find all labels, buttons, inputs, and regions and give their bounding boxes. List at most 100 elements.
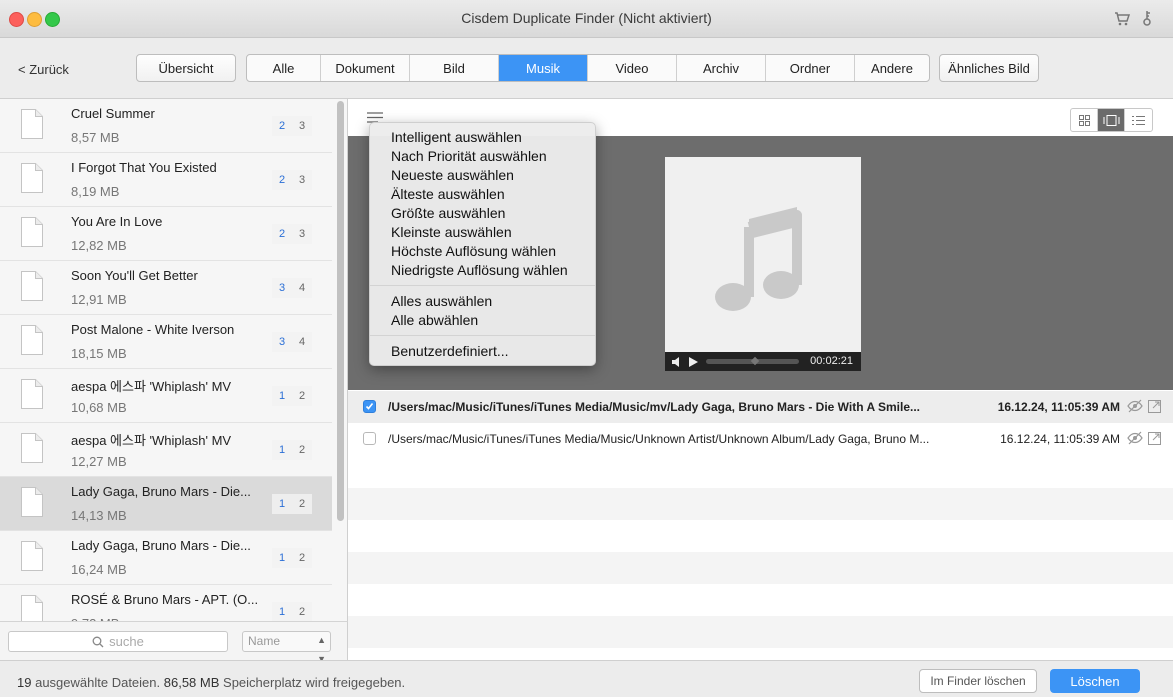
total-count-badge: 2 xyxy=(298,552,306,564)
file-size: 18,15 MB xyxy=(71,346,127,361)
open-external-icon[interactable] xyxy=(1148,432,1161,445)
menu-item-highest-res[interactable]: Höchste Auflösung wählen xyxy=(391,243,556,259)
tab-musik[interactable]: Musik xyxy=(499,55,588,81)
menu-item-oldest[interactable]: Älteste auswählen xyxy=(391,186,505,202)
back-button[interactable]: < Zurück xyxy=(18,62,69,77)
file-list[interactable]: Cruel Summer 8,57 MB 2 3 I Forgot That You E… xyxy=(0,99,348,621)
menu-item-select-all[interactable]: Alles auswählen xyxy=(391,293,492,309)
tab-dokument[interactable]: Dokument xyxy=(321,55,410,81)
file-size: 14,13 MB xyxy=(71,508,127,523)
duplicate-count-badge: 23 xyxy=(272,116,312,136)
volume-icon[interactable] xyxy=(672,357,684,367)
file-name: I Forgot That You Existed xyxy=(71,160,217,175)
tab-archiv[interactable]: Archiv xyxy=(677,55,766,81)
freed-size-label: Speicherplatz wird freigegeben. xyxy=(223,675,406,690)
total-count-badge: 4 xyxy=(298,336,306,348)
file-size: 12,27 MB xyxy=(71,454,127,469)
status-bar: 19 ausgewählte Dateien. 86,58 MB Speiche… xyxy=(0,660,1173,697)
list-item[interactable]: Soon You'll Get Better 12,91 MB 3 4 xyxy=(0,261,332,315)
total-count-badge: 4 xyxy=(298,282,306,294)
duplicate-count-badge: 12 xyxy=(272,440,312,460)
file-name: Lady Gaga, Bruno Mars - Die... xyxy=(71,538,251,553)
list-item[interactable]: You Are In Love 12,82 MB 2 3 xyxy=(0,207,332,261)
hide-eye-icon[interactable] xyxy=(1127,431,1143,445)
sort-select[interactable]: Name ▲ ▼ xyxy=(242,631,331,664)
menu-item-smart[interactable]: Intelligent auswählen xyxy=(391,129,522,145)
total-count-badge: 2 xyxy=(292,494,312,514)
file-name: You Are In Love xyxy=(71,214,163,229)
cart-icon[interactable] xyxy=(1114,11,1130,26)
key-icon[interactable] xyxy=(1142,10,1152,26)
duplicate-count-badge: 12 xyxy=(272,602,312,621)
empty-row xyxy=(348,488,1173,520)
menu-item-largest[interactable]: Größte auswählen xyxy=(391,205,505,221)
playback-time: 00:02:21 xyxy=(810,355,853,367)
selected-count-badge: 2 xyxy=(278,174,286,186)
hide-eye-icon[interactable] xyxy=(1127,399,1143,413)
list-item[interactable]: ROSÉ & Bruno Mars - APT. (O...9,72 MB12 xyxy=(0,585,332,621)
search-input[interactable]: suche xyxy=(8,631,228,652)
list-item[interactable]: I Forgot That You Existed 8,19 MB 2 3 xyxy=(0,153,332,207)
audio-player: 00:02:21 xyxy=(665,352,861,371)
file-name: aespa 에스파 'Whiplash' MV xyxy=(71,379,232,394)
duplicate-count-badge: 12 xyxy=(272,548,312,568)
tab-ordner[interactable]: Ordner xyxy=(766,55,855,81)
open-external-icon[interactable] xyxy=(1148,400,1161,413)
search-icon xyxy=(92,636,104,647)
preview-view-icon[interactable] xyxy=(1098,109,1125,131)
file-icon xyxy=(21,433,43,463)
selected-count-badge: 3 xyxy=(278,336,286,348)
search-placeholder: suche xyxy=(109,634,144,649)
delete-in-finder-button[interactable]: Im Finder löschen xyxy=(919,669,1037,693)
duplicate-row[interactable]: /Users/mac/Music/iTunes/iTunes Media/Mus… xyxy=(348,423,1173,455)
menu-item-newest[interactable]: Neueste auswählen xyxy=(391,167,514,183)
duplicate-checkbox[interactable] xyxy=(363,400,376,413)
list-view-icon[interactable] xyxy=(1125,109,1152,131)
playback-slider[interactable] xyxy=(706,356,799,366)
file-icon xyxy=(21,487,43,517)
similar-image-button[interactable]: Ähnliches Bild xyxy=(939,54,1039,82)
duplicate-count-badge: 34 xyxy=(272,278,312,298)
menu-item-deselect-all[interactable]: Alle abwählen xyxy=(391,312,478,328)
file-name: aespa 에스파 'Whiplash' MV xyxy=(71,433,232,448)
menu-separator xyxy=(370,335,595,336)
duplicate-count-badge: 23 xyxy=(272,170,312,190)
empty-row xyxy=(348,552,1173,584)
menu-item-custom[interactable]: Benutzerdefiniert... xyxy=(391,343,509,359)
sort-value: Name xyxy=(248,634,281,648)
list-item[interactable]: aespa 에스파 'Whiplash' MV 12,27 MB 1 2 xyxy=(0,423,332,477)
menu-item-priority[interactable]: Nach Priorität auswählen xyxy=(391,148,547,164)
selected-count-badge: 3 xyxy=(278,282,286,294)
list-item[interactable]: Lady Gaga, Bruno Mars - Die... 16,24 MB 1 2 xyxy=(0,531,332,585)
list-item[interactable]: aespa 에스파 'Whiplash' MV 10,68 MB 1 2 xyxy=(0,369,332,423)
file-size: 12,82 MB xyxy=(71,238,127,253)
duplicate-count-badge: 34 xyxy=(272,332,312,352)
file-size: 12,91 MB xyxy=(71,292,127,307)
file-name: Cruel Summer xyxy=(71,106,155,121)
tab-video[interactable]: Video xyxy=(588,55,677,81)
selected-count-badge: 1 xyxy=(272,494,292,514)
tab-bild[interactable]: Bild xyxy=(410,55,499,81)
list-item[interactable]: Cruel Summer 8,57 MB 2 3 xyxy=(0,99,332,153)
selected-count-badge: 1 xyxy=(278,606,286,618)
slider-handle[interactable] xyxy=(750,356,760,366)
duplicate-row[interactable]: /Users/mac/Music/iTunes/iTunes Media/Mus… xyxy=(348,391,1173,423)
menu-item-smallest[interactable]: Kleinste auswählen xyxy=(391,224,512,240)
music-note-icon xyxy=(715,207,802,311)
grid-view-icon[interactable] xyxy=(1071,109,1098,131)
duplicate-checkbox[interactable] xyxy=(363,432,376,445)
tab-alle[interactable]: Alle xyxy=(247,55,321,81)
list-item[interactable]: Lady Gaga, Bruno Mars - Die... 14,13 MB 1 2 xyxy=(0,477,332,531)
list-item[interactable]: Post Malone - White Iverson 18,15 MB 3 4 xyxy=(0,315,332,369)
play-icon[interactable] xyxy=(689,357,698,367)
file-list-scrollbar[interactable] xyxy=(337,101,344,521)
duplicate-date: 16.12.24, 11:05:39 AM xyxy=(997,400,1120,414)
total-count-badge: 3 xyxy=(298,120,306,132)
total-count-badge: 2 xyxy=(298,390,306,402)
overview-button[interactable]: Übersicht xyxy=(136,54,236,82)
file-icon xyxy=(21,271,43,301)
category-tabs: Alle Dokument Bild Musik Video Archiv Or… xyxy=(246,54,930,82)
tab-andere[interactable]: Andere xyxy=(855,55,929,81)
menu-item-lowest-res[interactable]: Niedrigste Auflösung wählen xyxy=(391,262,568,278)
delete-button[interactable]: Löschen xyxy=(1050,669,1140,693)
